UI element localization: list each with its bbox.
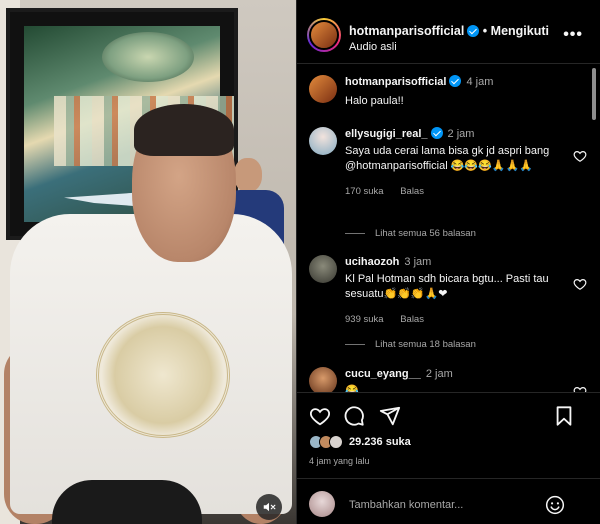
shirt-medusa-print <box>96 312 230 438</box>
reply-button[interactable]: Balas <box>400 186 424 197</box>
man-hair <box>134 104 234 156</box>
heart-icon[interactable] <box>309 405 331 427</box>
author-avatar[interactable] <box>307 18 341 52</box>
view-replies-button[interactable]: Lihat semua 18 balasan <box>345 339 476 350</box>
comment-item: cucu_eyang__ 2 jam 😂 <box>309 367 589 392</box>
comment-likes[interactable]: 939 suka <box>345 314 384 325</box>
separator-dot: • <box>482 24 488 38</box>
bookmark-icon[interactable] <box>553 405 575 427</box>
action-bar: 29.236 suka <box>297 392 600 456</box>
verified-badge-icon <box>467 25 480 37</box>
comment-time: 2 jam <box>425 368 453 380</box>
likes-count[interactable]: 29.236 suka <box>349 436 411 448</box>
comment-input[interactable]: Tambahkan komentar... <box>349 499 463 511</box>
comment-time: 3 jam <box>404 256 432 268</box>
following-button[interactable]: Mengikuti <box>491 24 549 38</box>
comments-list[interactable]: hotmanparisofficial 4 jam Halo paula!! el… <box>297 65 600 392</box>
mute-icon <box>263 502 276 512</box>
comment-username[interactable]: ellysugigi_real_ <box>345 128 428 140</box>
emoji-icon[interactable] <box>545 495 565 515</box>
comment-text: Kl Pal Hotman sdh bicara bgtu... Pasti t… <box>345 273 549 300</box>
view-replies-label: Lihat semua 18 balasan <box>375 339 476 350</box>
verified-badge-icon <box>449 75 462 87</box>
comment-time: 2 jam <box>447 128 475 140</box>
view-replies-button[interactable]: Lihat semua 56 balasan <box>345 228 476 239</box>
verified-badge-icon <box>430 127 443 139</box>
caption-text: Halo paula!! <box>345 95 404 107</box>
share-icon[interactable] <box>379 405 401 427</box>
comment-item: ellysugigi_real_ 2 jam Saya uda cerai lam… <box>309 127 589 217</box>
post-timestamp[interactable]: 4 jam yang lalu <box>309 456 370 466</box>
mute-button[interactable] <box>256 494 282 520</box>
comment-text: Saya uda cerai lama bisa gk jd aspri ban… <box>345 145 550 172</box>
view-replies-label: Lihat semua 56 balasan <box>375 228 476 239</box>
caption-avatar[interactable] <box>309 75 337 103</box>
heart-icon[interactable] <box>573 277 587 291</box>
more-options-icon[interactable]: ••• <box>563 26 583 44</box>
comment-username[interactable]: ucihaozoh <box>345 256 399 268</box>
heart-icon[interactable] <box>573 385 587 392</box>
comment-text: 😂 <box>345 385 359 392</box>
post-panel: hotmanparisofficial • Mengikuti Audio as… <box>296 0 600 524</box>
comment-icon[interactable] <box>343 405 365 427</box>
comment-username[interactable]: cucu_eyang__ <box>345 368 421 380</box>
comments-scrollbar[interactable] <box>592 68 596 120</box>
current-user-avatar <box>309 491 335 517</box>
caption-username[interactable]: hotmanparisofficial <box>345 76 446 88</box>
likes-row[interactable]: 29.236 suka <box>309 435 411 449</box>
liker-avatar <box>329 435 343 449</box>
author-username[interactable]: hotmanparisofficial <box>349 24 464 38</box>
audio-label[interactable]: Audio asli <box>349 41 397 53</box>
commenter-avatar[interactable] <box>309 127 337 155</box>
caption: hotmanparisofficial 4 jam Halo paula!! <box>309 75 589 115</box>
comment-composer: Tambahkan komentar... <box>297 478 600 524</box>
caption-time: 4 jam <box>466 76 494 88</box>
comment-likes[interactable]: 170 suka <box>345 186 384 197</box>
reply-button[interactable]: Balas <box>400 314 424 325</box>
comment-item: ucihaozoh 3 jam Kl Pal Hotman sdh bicara … <box>309 255 589 327</box>
heart-icon[interactable] <box>573 149 587 163</box>
office-chair <box>52 480 202 524</box>
commenter-avatar[interactable] <box>309 255 337 283</box>
post-video[interactable] <box>0 0 296 524</box>
author-line: hotmanparisofficial • Mengikuti <box>349 24 549 38</box>
commenter-avatar[interactable] <box>309 367 337 392</box>
post-header: hotmanparisofficial • Mengikuti Audio as… <box>297 0 600 64</box>
